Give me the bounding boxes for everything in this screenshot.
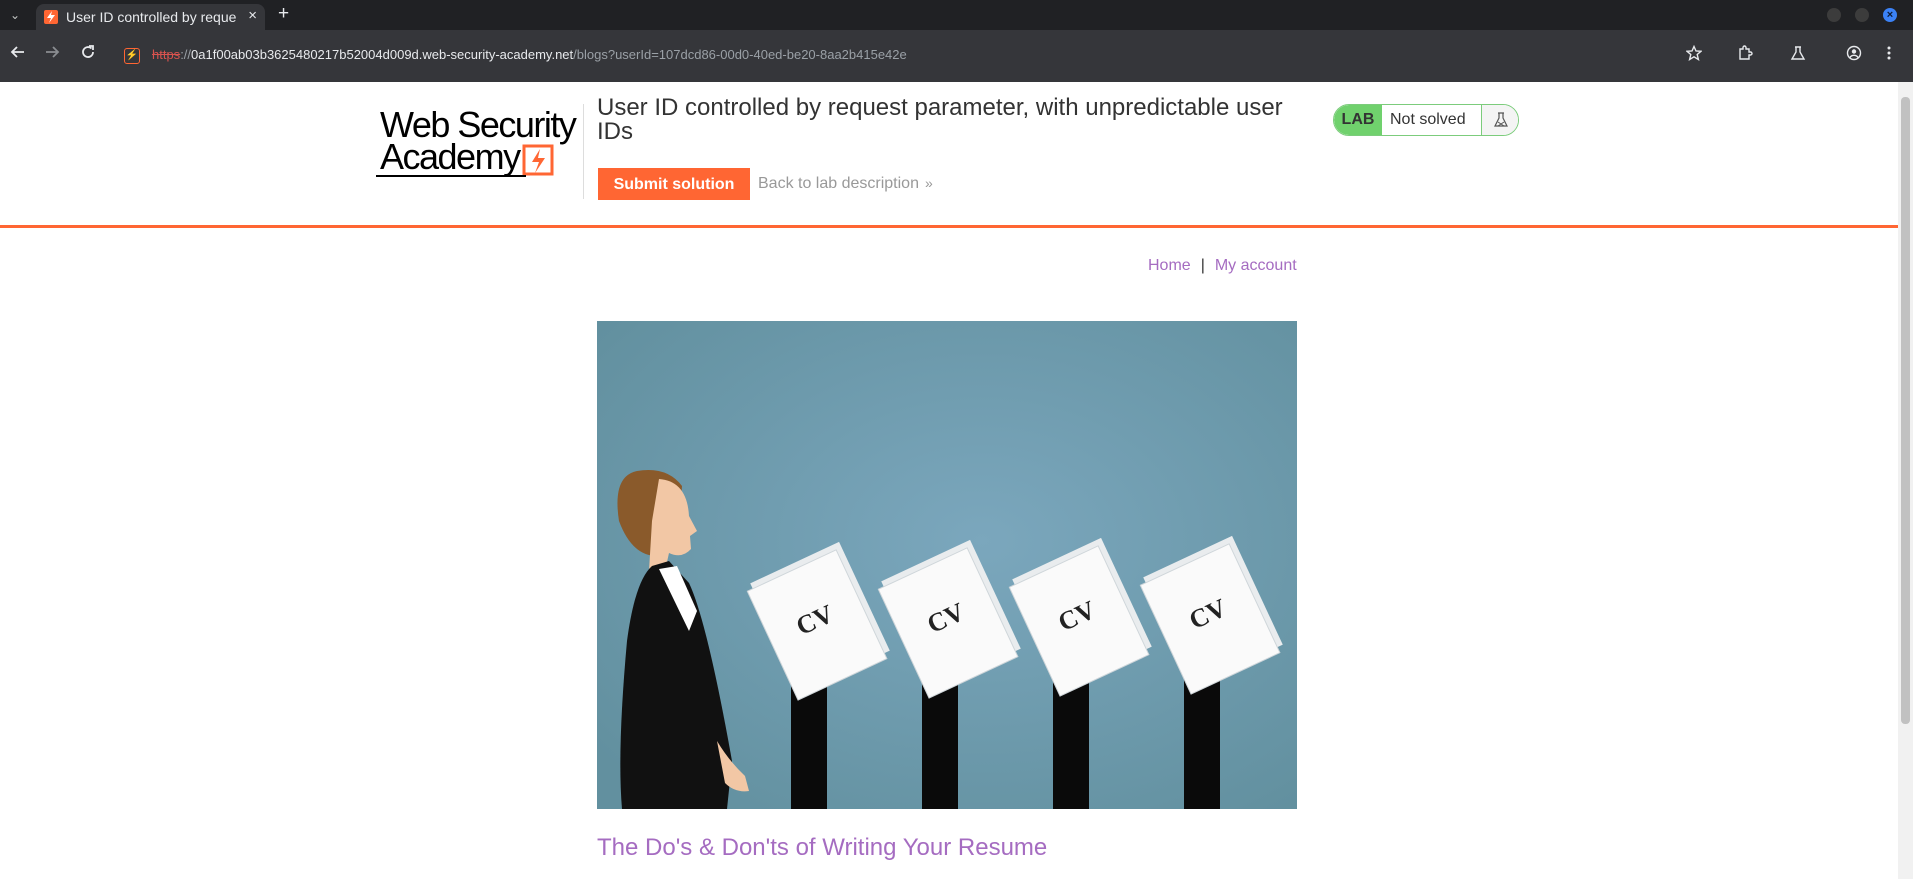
lab-title: User ID controlled by request parameter,… bbox=[597, 94, 1283, 145]
browser-tab-strip: ⌄ User ID controlled by request paramete… bbox=[0, 0, 1913, 30]
bookmark-star-icon[interactable] bbox=[1685, 44, 1703, 66]
profile-icon[interactable] bbox=[1846, 45, 1862, 66]
new-tab-icon[interactable]: + bbox=[278, 3, 289, 25]
minimize-window-button[interactable] bbox=[1827, 8, 1841, 22]
menu-icon[interactable] bbox=[1886, 45, 1892, 66]
my-account-link[interactable]: My account bbox=[1215, 257, 1297, 274]
lab-badge: LAB bbox=[1334, 105, 1382, 135]
nav-separator: | bbox=[1200, 257, 1205, 274]
site-info-icon[interactable]: ⚡ bbox=[124, 48, 140, 64]
header-divider bbox=[583, 104, 584, 199]
browser-toolbar: ⚡ https://0a1f00ab03b3625480217b52004d00… bbox=[0, 30, 1913, 82]
cv-illustration: CV CV CV CV bbox=[597, 321, 1297, 809]
close-window-button[interactable]: × bbox=[1883, 8, 1897, 22]
academy-bolt-logo-icon bbox=[522, 144, 554, 176]
page-content: Web Security Academy User ID controlled … bbox=[0, 82, 1898, 879]
blog-post-image[interactable]: CV CV CV CV bbox=[597, 321, 1297, 809]
web-security-academy-logo[interactable]: Web Security Academy bbox=[376, 104, 577, 177]
back-to-lab-description-link[interactable]: Back to lab description» bbox=[758, 175, 933, 193]
address-bar[interactable]: ⚡ https://0a1f00ab03b3625480217b52004d00… bbox=[116, 38, 1686, 74]
logo-underline bbox=[376, 175, 526, 177]
double-chevron-right-icon: » bbox=[924, 175, 933, 191]
page-scrollbar[interactable] bbox=[1898, 82, 1913, 879]
tab-close-icon[interactable]: × bbox=[248, 7, 257, 24]
maximize-window-button[interactable] bbox=[1855, 8, 1869, 22]
top-nav: Home | My account bbox=[1148, 257, 1297, 275]
reload-icon[interactable] bbox=[80, 44, 96, 65]
tab-list-chevron-icon[interactable]: ⌄ bbox=[4, 6, 26, 24]
forward-icon[interactable] bbox=[44, 44, 60, 65]
labs-flask-icon[interactable] bbox=[1790, 45, 1806, 66]
blog-post-title[interactable]: The Do's & Don'ts of Writing Your Resume bbox=[597, 834, 1047, 862]
browser-tab[interactable]: User ID controlled by request parameter,… bbox=[36, 4, 265, 30]
lab-status-text: Not solved bbox=[1390, 111, 1466, 128]
submit-solution-button[interactable]: Submit solution bbox=[598, 168, 750, 200]
url-text[interactable]: https://0a1f00ab03b3625480217b52004d009d… bbox=[152, 47, 907, 62]
portswigger-favicon-icon bbox=[44, 10, 58, 24]
lab-header: Web Security Academy User ID controlled … bbox=[0, 82, 1898, 228]
lab-flask-icon bbox=[1481, 105, 1518, 135]
lab-status-widget: LAB Not solved bbox=[1333, 104, 1519, 136]
scrollbar-thumb[interactable] bbox=[1901, 97, 1910, 724]
extensions-icon[interactable] bbox=[1737, 45, 1753, 66]
home-link[interactable]: Home bbox=[1148, 257, 1191, 274]
back-icon[interactable] bbox=[10, 44, 26, 65]
tab-title: User ID controlled by request parameter,… bbox=[66, 9, 236, 25]
